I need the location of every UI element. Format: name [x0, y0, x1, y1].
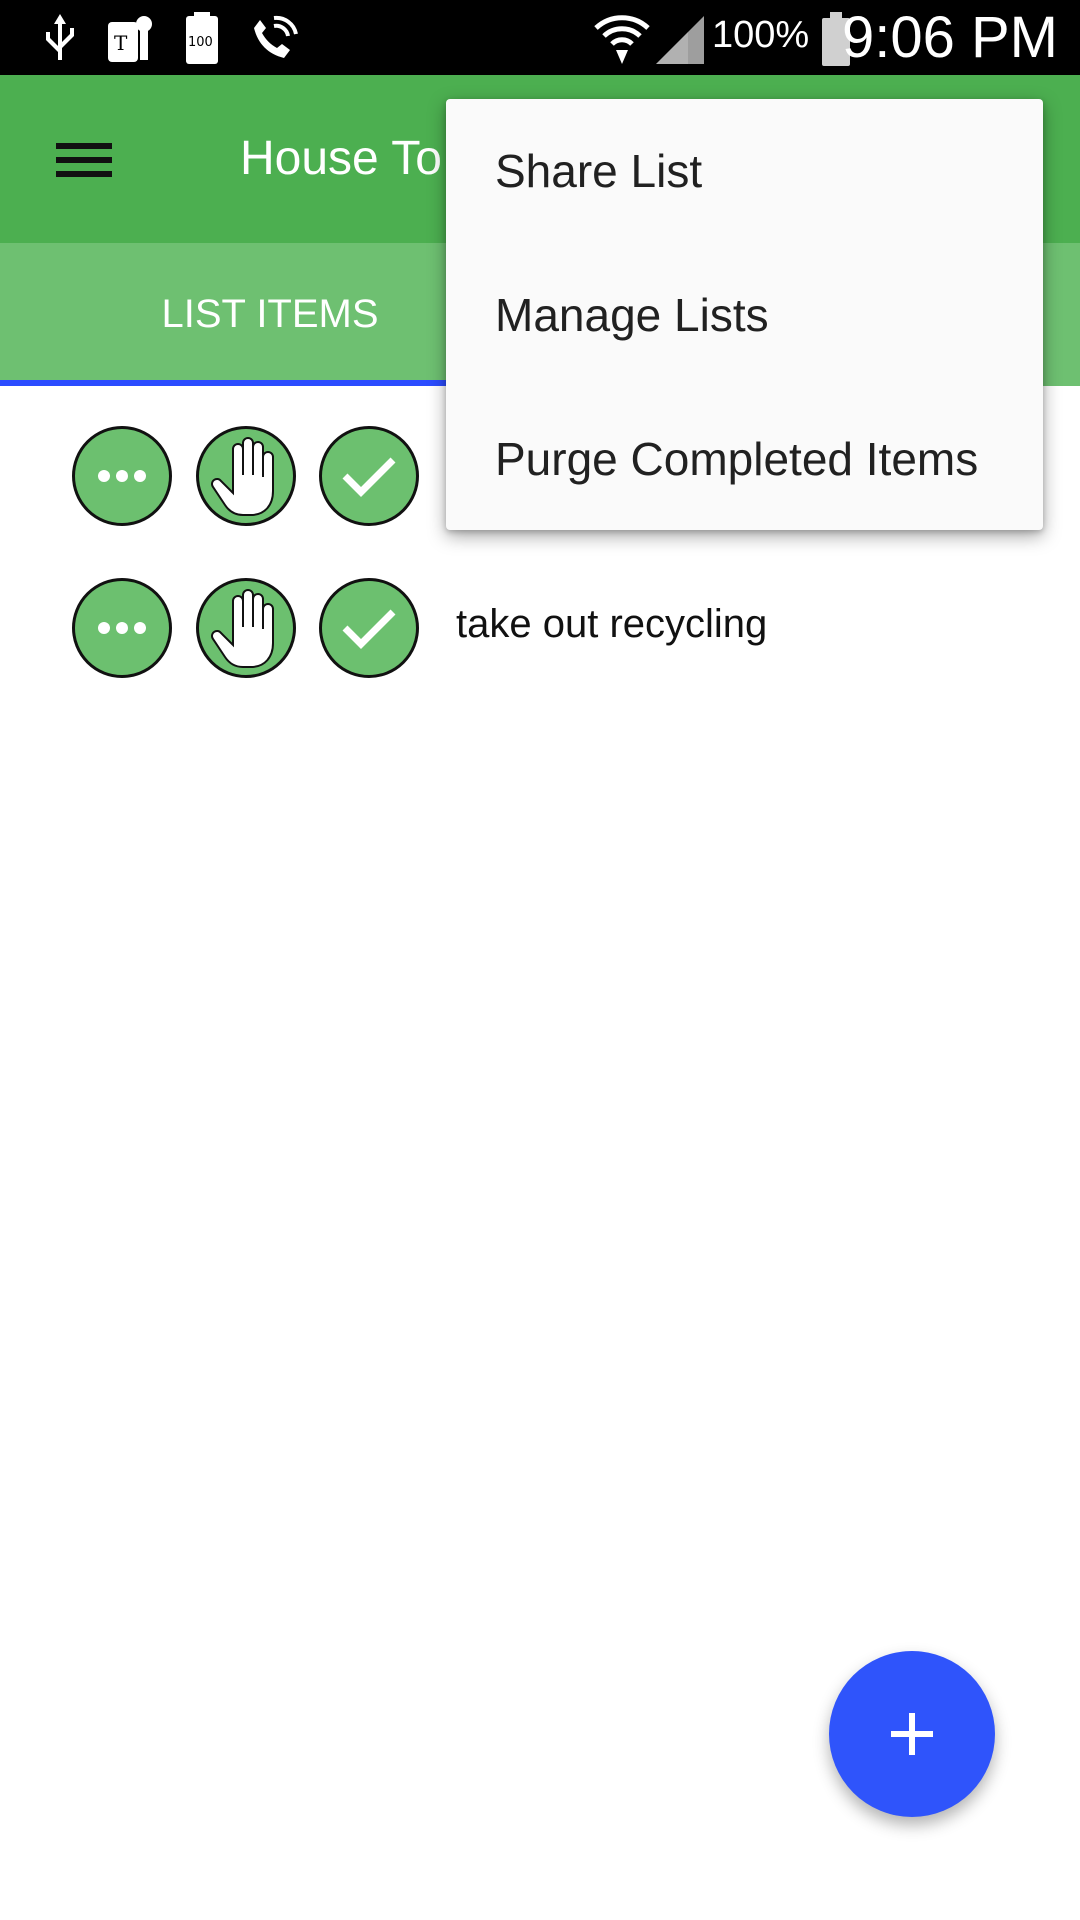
- complete-button[interactable]: [319, 426, 419, 526]
- check-icon: [342, 609, 396, 649]
- check-icon: [342, 457, 396, 497]
- list-item: take out recycling: [0, 558, 1080, 708]
- app-title: House To: [240, 132, 442, 185]
- add-icon: [891, 1713, 933, 1755]
- more-button[interactable]: [72, 578, 172, 678]
- menu-item-manage-lists[interactable]: Manage Lists: [446, 243, 1043, 387]
- hamburger-menu-icon[interactable]: [38, 115, 128, 205]
- add-item-button[interactable]: [829, 1651, 995, 1817]
- signal-icon: [656, 16, 704, 64]
- svg-text:T: T: [114, 31, 128, 55]
- complete-button[interactable]: [319, 578, 419, 678]
- battery-percent: 100%: [712, 14, 810, 56]
- menu-bar-line: [56, 157, 112, 163]
- claim-button[interactable]: [196, 578, 296, 678]
- menu-bar-line: [56, 143, 112, 149]
- status-bar: T 100 100% 9:06 PM: [0, 0, 1080, 75]
- list-item-text: take out recycling: [456, 602, 768, 646]
- overflow-menu: Share List Manage Lists Purge Completed …: [446, 99, 1043, 530]
- screen: T 100 100% 9:06 PM House To LIST ITEMS t…: [0, 0, 1080, 1920]
- menu-item-share-list[interactable]: Share List: [446, 99, 1043, 243]
- more-button[interactable]: [72, 426, 172, 526]
- wifi-call-icon: [254, 15, 298, 58]
- menu-bar-line: [56, 171, 112, 177]
- more-icon: [98, 622, 146, 634]
- usb-icon: [46, 14, 74, 60]
- menu-item-purge-completed-items[interactable]: Purge Completed Items: [446, 387, 1043, 531]
- t-mobile-icon: T: [108, 16, 152, 62]
- wifi-icon: [594, 15, 650, 64]
- claim-button[interactable]: [196, 426, 296, 526]
- hand-icon: [211, 589, 274, 668]
- hand-icon: [211, 437, 274, 516]
- clock: 9:06 PM: [842, 5, 1058, 70]
- battery-100-icon: 100: [186, 12, 218, 64]
- svg-text:100: 100: [188, 35, 213, 50]
- more-icon: [98, 470, 146, 482]
